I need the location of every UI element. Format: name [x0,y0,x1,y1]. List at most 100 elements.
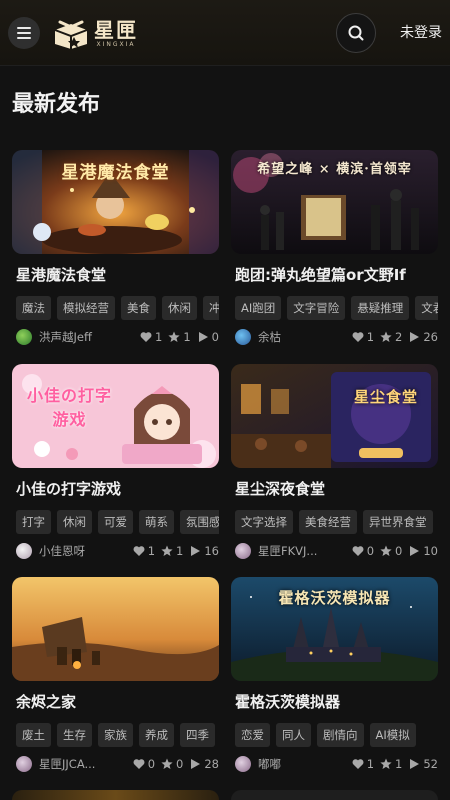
like-count: 1 [155,330,163,344]
like-count: 0 [147,757,156,771]
like-count: 1 [366,330,375,344]
card-cover-image[interactable] [12,790,219,800]
star-icon [380,331,392,342]
play-icon [410,546,420,556]
heart-icon [140,332,152,342]
avatar[interactable] [16,756,32,772]
tag[interactable]: 文君 [415,296,438,320]
avatar[interactable] [16,543,32,559]
tag[interactable]: 休闲 [57,510,92,534]
play-icon [198,332,208,342]
avatar[interactable] [235,756,251,772]
star-count: 1 [395,757,403,771]
card-meta: 星匣FKVJ... 0 0 10 [231,542,438,560]
author-name[interactable]: 星匣FKVJ... [258,543,340,559]
star-count: 1 [176,544,184,558]
card-title[interactable]: 余烬之家 [12,691,219,713]
tag[interactable]: 氛围感 [180,510,219,534]
tag[interactable]: 萌系 [139,510,174,534]
game-card[interactable]: 霍格沃茨模拟器 霍格沃茨模拟器 恋爱 同人 剧情向 AI模拟 嘟嘟 1 1 52 [231,577,438,773]
star-count: 1 [183,330,191,344]
tag[interactable]: 文字冒险 [287,296,346,320]
card-cover-image[interactable]: 星港魔法食堂 [12,150,219,254]
heart-icon [133,546,145,556]
author-name[interactable]: 洪声越Jeff [39,329,121,345]
play-count: 52 [423,757,438,771]
game-card[interactable]: 星尘食堂 星尘深夜食堂 文字选择 美食经营 异世界食堂 星匣FKVJ... 0 … [231,364,438,560]
author-name[interactable]: 小佳恩呀 [39,543,121,559]
card-meta: 余枯 1 2 26 [231,328,438,346]
tag[interactable]: 剧情向 [317,723,364,747]
card-cover-image[interactable]: 小佳の打字游戏 [12,364,219,468]
game-card[interactable]: 小佳の打字游戏 小佳の打字游戏 打字 休闲 可爱 萌系 氛围感 小佳恩呀 1 1… [12,364,219,560]
star-icon [380,758,392,769]
card-title[interactable]: 星港魔法食堂 [12,264,219,286]
tag[interactable]: 美食 [121,296,156,320]
card-cover-image[interactable]: 霍格沃茨模拟器 [231,577,438,681]
tag[interactable]: 四季 [180,723,215,747]
tag[interactable]: AI跑团 [235,296,282,320]
tag[interactable]: 同人 [276,723,311,747]
tag[interactable]: 冲 [203,296,219,320]
tag[interactable]: 美食经营 [299,510,357,534]
author-name[interactable]: 星匣JJCA... [39,756,121,772]
card-meta: 小佳恩呀 1 1 16 [12,542,219,560]
avatar[interactable] [235,543,251,559]
tag[interactable]: 打字 [16,510,51,534]
tag-list: 打字 休闲 可爱 萌系 氛围感 [12,510,219,534]
author-name[interactable]: 余枯 [258,329,340,345]
star-icon [168,331,180,342]
tag[interactable]: 模拟经营 [57,296,115,320]
tag-list: 魔法 模拟经营 美食 休闲 冲 [12,296,219,320]
play-icon [410,759,420,769]
play-count: 28 [204,757,219,771]
game-card[interactable]: 星港魔法食堂 星港魔法食堂 魔法 模拟经营 美食 休闲 冲 洪声越Jeff 1 … [12,150,219,346]
game-card[interactable]: 余烬之家 废土 生存 家族 养成 四季 星匣JJCA... 0 0 28 [12,577,219,773]
tag[interactable]: 文字选择 [235,510,293,534]
avatar[interactable] [16,329,32,345]
cover-caption: 星尘食堂 [353,388,418,406]
card-cover-image[interactable]: 希望之峰 × 横滨·首领宰 [231,150,438,254]
tag[interactable]: 养成 [139,723,174,747]
star-count: 0 [176,757,184,771]
like-count: 0 [366,544,375,558]
author-name[interactable]: 嘟嘟 [258,756,340,772]
game-card[interactable]: 希望之峰 × 横滨·首领宰 跑团:弹丸绝望篇or文野If AI跑团 文字冒险 悬… [231,150,438,346]
play-count: 16 [204,544,219,558]
cover-caption: 小佳の打字游戏 [26,386,112,429]
card-grid: 星港魔法食堂 星港魔法食堂 魔法 模拟经营 美食 休闲 冲 洪声越Jeff 1 … [0,0,450,800]
tag[interactable]: 异世界食堂 [363,510,433,534]
card-cover-image[interactable]: 星尘食堂 [231,364,438,468]
card-meta: 洪声越Jeff 1 1 0 [12,328,219,346]
tag[interactable]: AI模拟 [369,723,416,747]
heart-icon [352,546,364,556]
card-title[interactable]: 霍格沃茨模拟器 [231,691,438,713]
star-count: 0 [395,544,403,558]
play-count: 0 [211,330,219,344]
play-count: 26 [423,330,438,344]
tag[interactable]: 休闲 [162,296,197,320]
card-meta: 嘟嘟 1 1 52 [231,755,438,773]
tag-list: 文字选择 美食经营 异世界食堂 [231,510,438,534]
heart-icon [352,759,364,769]
avatar[interactable] [235,329,251,345]
tag[interactable]: 悬疑推理 [351,296,410,320]
card-cover-image[interactable] [231,790,438,800]
like-count: 1 [147,544,156,558]
card-title[interactable]: 小佳の打字游戏 [12,478,219,500]
card-cover-image[interactable] [12,577,219,681]
tag[interactable]: 可爱 [98,510,133,534]
star-icon [161,545,173,556]
tag-list: 恋爱 同人 剧情向 AI模拟 [231,723,438,747]
tag[interactable]: 恋爱 [235,723,270,747]
card-title[interactable]: 跑团:弹丸绝望篇or文野If [231,264,438,286]
card-title[interactable]: 星尘深夜食堂 [231,478,438,500]
tag[interactable]: 家族 [98,723,133,747]
tag[interactable]: 魔法 [16,296,51,320]
tag-list: AI跑团 文字冒险 悬疑推理 文君 [231,296,438,320]
tag[interactable]: 废土 [16,723,51,747]
cover-caption: 星港魔法食堂 [61,163,170,183]
card-meta: 星匣JJCA... 0 0 28 [12,755,219,773]
tag[interactable]: 生存 [57,723,92,747]
tag-list: 废土 生存 家族 养成 四季 [12,723,219,747]
